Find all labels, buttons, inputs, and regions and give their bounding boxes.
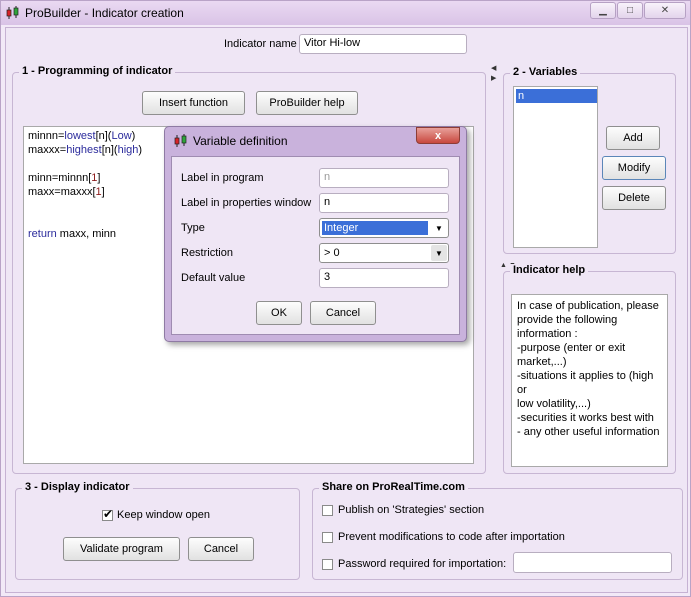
dialog-body: Label in program n Label in properties w… [171,156,460,335]
code-line: minnn=lowest[n](Low) [28,130,136,142]
chevron-down-icon[interactable]: ▼ [431,245,447,261]
delete-variable-button[interactable]: Delete [602,186,666,210]
keep-window-open-label: Keep window open [117,509,210,521]
password-input[interactable] [513,552,672,573]
type-label: Type [181,222,205,234]
minimize-button[interactable]: ▁ [590,2,616,19]
restriction-selected-value: > 0 [324,247,340,259]
modify-variable-button[interactable]: Modify [602,156,666,180]
label-in-program-label: Label in program [181,172,264,184]
share-group: Share on ProRealTime.com Publish on 'Str… [312,481,683,580]
password-required-checkbox[interactable] [322,559,333,570]
dialog-cancel-button[interactable]: Cancel [310,301,376,325]
window-title: ProBuilder - Indicator creation [25,6,184,20]
indicator-help-group: Indicator help In case of publication, p… [503,264,676,474]
restriction-label: Restriction [181,247,233,259]
restriction-select[interactable]: > 0 ▼ [319,243,449,263]
add-variable-button[interactable]: Add [606,126,660,150]
ok-button[interactable]: OK [256,301,302,325]
variable-definition-dialog: Variable definition x Label in program n… [164,126,467,342]
indicator-name-input[interactable]: Vitor Hi-low [299,34,467,54]
label-in-properties-input[interactable]: n [319,193,449,213]
label-in-properties-label: Label in properties window [181,197,312,209]
help-line: low volatility,...) [517,398,591,410]
maximize-button[interactable]: □ [617,2,643,19]
close-button[interactable]: ✕ [644,2,686,19]
chevron-down-icon[interactable]: ▼ [431,220,447,236]
indicator-name-label: Indicator name [224,38,297,50]
indicator-help-textarea[interactable]: In case of publication, please provide t… [511,294,668,467]
default-value-label: Default value [181,272,246,284]
variable-item-n[interactable]: n [516,89,597,103]
display-indicator-group: 3 - Display indicator ✔ Keep window open… [15,481,300,580]
dialog-close-button[interactable]: x [416,127,460,144]
help-line: provide the following [517,314,618,326]
keep-window-open-checkbox[interactable]: ✔ [102,507,114,521]
programming-group-title: 1 - Programming of indicator [19,65,176,77]
indicator-help-title: Indicator help [510,264,589,276]
check-icon: ✔ [103,507,114,521]
variables-group: 2 - Variables n Add Modify Delete [503,66,676,254]
help-line: -purpose (enter or exit [517,342,626,354]
variables-list[interactable]: n [513,86,598,248]
prevent-modifications-label: Prevent modifications to code after impo… [338,531,565,543]
help-line: market,...) [517,356,567,368]
help-line: -securities it works best with [517,412,654,424]
candlestick-app-icon [6,6,19,19]
publish-checkbox[interactable] [322,505,333,516]
password-required-label: Password required for importation: [338,558,507,570]
collapse-left-arrow-icon[interactable]: ◀ [491,64,496,72]
code-line: return maxx, minn [28,228,117,240]
help-line: -situations it applies to (high or [517,370,654,396]
type-select[interactable]: Integer ▼ [319,218,449,238]
display-indicator-title: 3 - Display indicator [22,481,133,493]
label-in-program-input: n [319,168,449,188]
publish-label: Publish on 'Strategies' section [338,504,485,516]
help-line: - any other useful information [517,426,660,438]
code-line: maxx=maxxx[1] [28,186,105,198]
default-value-input[interactable]: 3 [319,268,449,288]
cancel-button[interactable]: Cancel [188,537,254,561]
code-line: minn=minnn[1] [28,172,101,184]
code-line: maxxx=highest[n](high) [28,144,143,156]
dialog-title: Variable definition [193,134,288,148]
candlestick-app-icon [174,134,187,147]
help-line: information : [517,328,578,340]
probuilder-help-button[interactable]: ProBuilder help [256,91,358,115]
share-group-title: Share on ProRealTime.com [319,481,468,493]
collapse-up-arrow-icon[interactable]: ▲ [500,262,507,269]
expand-right-arrow-icon[interactable]: ▶ [491,74,496,82]
validate-program-button[interactable]: Validate program [63,537,180,561]
type-selected-value: Integer [322,221,428,235]
variables-group-title: 2 - Variables [510,66,581,78]
prevent-modifications-checkbox[interactable] [322,532,333,543]
title-bar[interactable]: ProBuilder - Indicator creation ▁ □ ✕ [1,1,690,25]
insert-function-button[interactable]: Insert function [142,91,245,115]
help-line: In case of publication, please [517,300,659,312]
